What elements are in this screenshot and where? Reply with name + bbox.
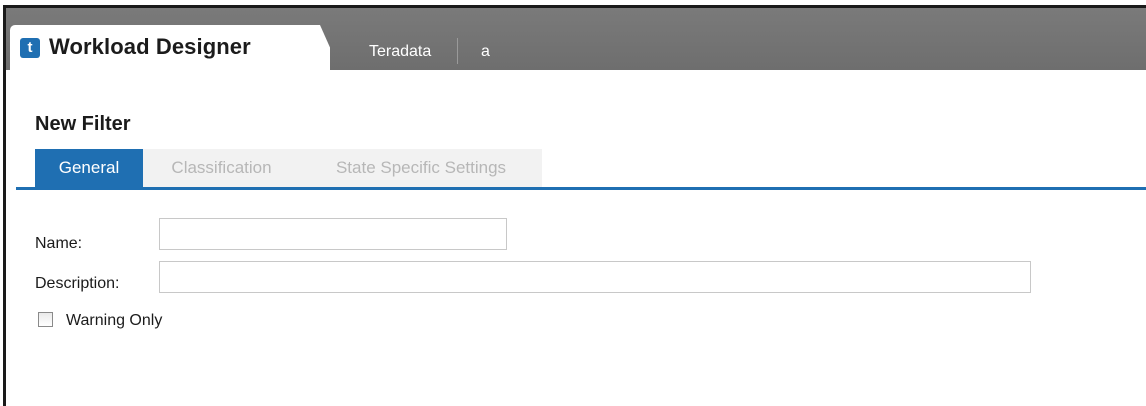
breadcrumb-teradata[interactable]: Teradata: [369, 43, 431, 61]
tab-general[interactable]: General: [35, 149, 143, 187]
page-title: New Filter: [35, 113, 131, 135]
app-window: t Workload Designer Teradata a New Filte…: [3, 5, 1146, 406]
tab-underline: [16, 187, 1146, 190]
tab-classification[interactable]: Classification: [143, 149, 300, 187]
warning-only-label[interactable]: Warning Only: [66, 312, 162, 330]
app-tab[interactable]: t Workload Designer: [10, 25, 330, 70]
description-field[interactable]: [159, 261, 1031, 293]
warning-only-checkbox[interactable]: [38, 312, 53, 327]
tab-state-specific-settings[interactable]: State Specific Settings: [300, 149, 542, 187]
top-bar: t Workload Designer Teradata a: [6, 8, 1146, 70]
breadcrumb-separator: [457, 38, 458, 64]
teradata-logo-icon: t: [20, 38, 40, 58]
name-label: Name:: [35, 235, 83, 252]
breadcrumb-a[interactable]: a: [481, 43, 490, 61]
app-title: Workload Designer: [49, 34, 251, 59]
name-field[interactable]: [159, 218, 507, 250]
description-label: Description:: [35, 275, 120, 292]
